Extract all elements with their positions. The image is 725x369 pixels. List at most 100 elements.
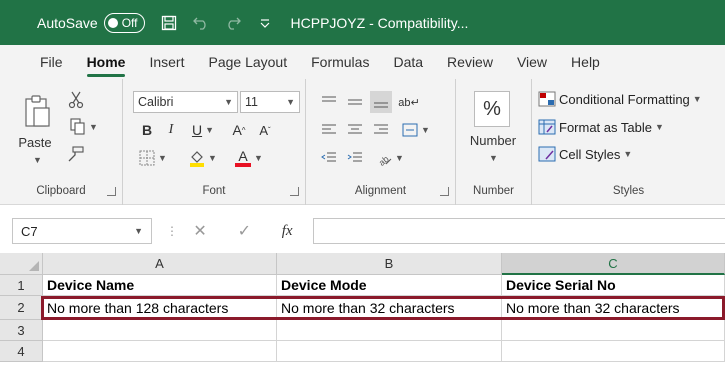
borders-icon[interactable]: ▼ <box>133 147 173 169</box>
enter-icon[interactable]: ✓ <box>238 221 251 241</box>
row-header-1[interactable]: 1 <box>0 275 43 296</box>
number-group-label: Number <box>473 185 514 197</box>
copy-icon[interactable]: ▼ <box>64 116 104 138</box>
clipboard-group-label: Clipboard <box>36 185 86 197</box>
merge-center-icon[interactable]: ▼ <box>396 119 436 141</box>
bold-button[interactable]: B <box>137 119 157 141</box>
tab-view[interactable]: View <box>505 54 559 79</box>
cell-c2[interactable]: No more than 32 characters <box>502 296 725 320</box>
percent-icon[interactable]: % <box>474 91 510 127</box>
fill-color-icon[interactable]: ▼ <box>183 147 223 169</box>
tab-formulas[interactable]: Formulas <box>299 54 381 79</box>
styles-group: Conditional Formatting ▼ Format as Table ▼… <box>532 79 725 205</box>
conditional-formatting-label: Conditional Formatting <box>559 91 690 107</box>
formula-bar: C7 ▼ ⋮ ✕ ✓ fx <box>0 205 725 253</box>
tab-review[interactable]: Review <box>435 54 505 79</box>
align-middle-icon[interactable] <box>344 91 366 113</box>
redo-icon[interactable] <box>223 13 243 33</box>
tab-help[interactable]: Help <box>559 54 612 79</box>
dialog-launcher-icon[interactable] <box>107 187 116 196</box>
formula-buttons: ✕ ✓ fx <box>178 218 308 244</box>
font-size-value: 11 <box>245 95 258 109</box>
cell-c1[interactable]: Device Serial No <box>502 275 725 296</box>
tab-data[interactable]: Data <box>381 54 435 79</box>
formula-input[interactable] <box>313 218 725 244</box>
tab-file[interactable]: File <box>28 54 75 79</box>
font-name-dropdown[interactable]: Calibri ▼ <box>133 91 238 113</box>
cell-b2[interactable]: No more than 32 characters <box>277 296 502 320</box>
cell-b4[interactable] <box>277 341 502 362</box>
alignment-group-label: Alignment <box>354 185 407 197</box>
increase-indent-icon[interactable] <box>344 147 366 169</box>
row-header-4[interactable]: 4 <box>0 341 43 362</box>
save-icon[interactable] <box>159 13 179 33</box>
cell-a2[interactable]: No more than 128 characters <box>43 296 277 320</box>
autosave-label: AutoSave <box>37 14 98 31</box>
chevron-down-icon[interactable]: ▼ <box>21 153 51 167</box>
orientation-icon[interactable]: ab ▼ <box>370 147 410 169</box>
cell-styles-label: Cell Styles <box>559 146 621 162</box>
font-name-value: Calibri <box>138 95 174 109</box>
cell-c4[interactable] <box>502 341 725 362</box>
chevron-down-icon: ▼ <box>224 97 233 107</box>
chevron-down-icon[interactable]: ▼ <box>482 151 502 165</box>
column-header-b[interactable]: B <box>277 253 502 275</box>
clipboard-group: Paste ▼ ▼ Clipboard <box>0 79 123 205</box>
undo-icon[interactable] <box>191 13 211 33</box>
align-top-icon[interactable] <box>318 91 340 113</box>
align-right-icon[interactable] <box>370 119 392 141</box>
cell-styles-button[interactable]: Cell Styles ▼ <box>538 146 632 162</box>
tab-insert[interactable]: Insert <box>137 54 196 79</box>
chevron-down-icon[interactable]: ▼ <box>134 226 143 236</box>
cell-a1[interactable]: Device Name <box>43 275 277 296</box>
cancel-icon[interactable]: ✕ <box>193 221 206 241</box>
toggle-knob <box>107 17 118 28</box>
cut-icon[interactable] <box>64 89 88 111</box>
autosave-state: Off <box>121 15 138 30</box>
name-box[interactable]: C7 ▼ <box>12 218 152 244</box>
align-center-icon[interactable] <box>344 119 366 141</box>
underline-button[interactable]: U ▼ <box>185 119 221 141</box>
column-header-c[interactable]: C <box>502 253 725 275</box>
format-as-table-button[interactable]: Format as Table ▼ <box>538 119 664 135</box>
cell-a3[interactable] <box>43 320 277 341</box>
tab-home[interactable]: Home <box>75 54 138 79</box>
font-group: Calibri ▼ 11 ▼ B I U ▼ A ^ Aˇ ▼ ▼ A ▼ Font <box>123 79 306 205</box>
insert-function-button[interactable]: fx <box>282 223 293 240</box>
align-left-icon[interactable] <box>318 119 340 141</box>
column-header-a[interactable]: A <box>43 253 277 275</box>
font-size-dropdown[interactable]: 11 ▼ <box>240 91 300 113</box>
autosave-toggle[interactable]: Off <box>103 12 145 33</box>
dialog-launcher-icon[interactable] <box>440 187 449 196</box>
row-header-3[interactable]: 3 <box>0 320 43 341</box>
ribbon: Paste ▼ ▼ Clipboard Calibri ▼ 11 ▼ B I U ▼ … <box>0 79 725 205</box>
decrease-indent-icon[interactable] <box>318 147 340 169</box>
paste-icon[interactable] <box>20 93 54 129</box>
align-bottom-icon[interactable] <box>370 91 392 113</box>
format-as-table-label: Format as Table <box>559 119 652 135</box>
italic-button[interactable]: I <box>161 119 181 141</box>
cell-a4[interactable] <box>43 341 277 362</box>
dialog-launcher-icon[interactable] <box>290 187 299 196</box>
svg-text:ab: ab <box>377 154 391 166</box>
chevron-down-icon: ▼ <box>286 97 295 107</box>
paste-button[interactable]: Paste <box>12 133 58 151</box>
customize-qat-icon[interactable] <box>255 13 275 33</box>
cell-b3[interactable] <box>277 320 502 341</box>
cell-b1[interactable]: Device Mode <box>277 275 502 296</box>
grip-icon[interactable]: ⋮ <box>166 224 178 238</box>
number-group: % Number ▼ Number <box>456 79 532 205</box>
increase-font-icon[interactable]: A ^ <box>227 119 251 141</box>
format-painter-icon[interactable] <box>64 143 88 165</box>
select-all-button[interactable] <box>0 253 43 275</box>
decrease-font-icon[interactable]: Aˇ <box>253 119 277 141</box>
wrap-text-icon[interactable]: ab↵ <box>398 91 420 113</box>
number-format-button[interactable]: Number <box>462 131 524 149</box>
row-header-2[interactable]: 2 <box>0 296 43 320</box>
font-color-icon[interactable]: A ▼ <box>229 147 269 169</box>
cell-styles-icon <box>538 146 556 162</box>
conditional-formatting-button[interactable]: Conditional Formatting ▼ <box>538 91 702 107</box>
cell-c3[interactable] <box>502 320 725 341</box>
tab-page-layout[interactable]: Page Layout <box>196 54 299 79</box>
font-group-label: Font <box>202 185 226 197</box>
